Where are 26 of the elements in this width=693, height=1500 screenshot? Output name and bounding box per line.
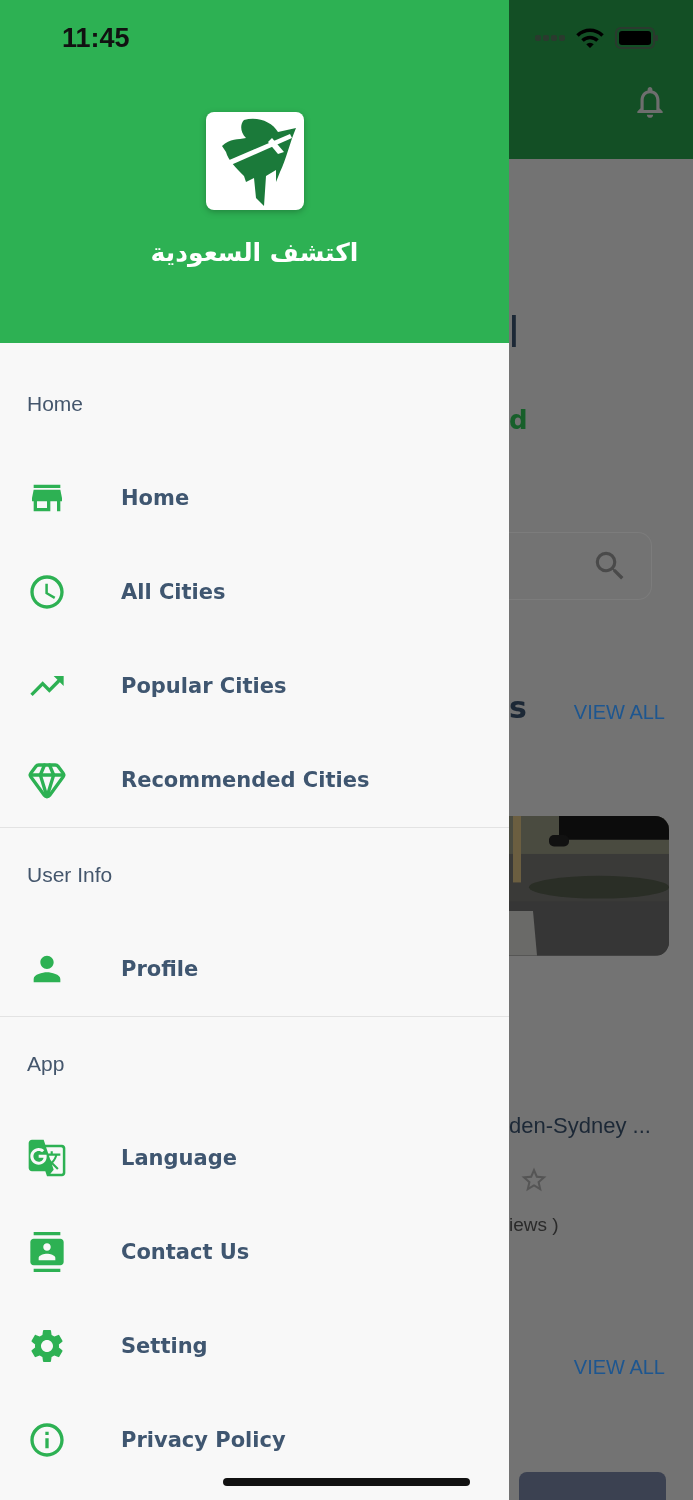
section-heading: Home (26, 391, 85, 417)
search-field[interactable] (509, 531, 652, 600)
contact-card-icon (27, 1232, 67, 1272)
diamond-icon (27, 760, 67, 800)
menu-item[interactable]: Setting (121, 1334, 208, 1358)
status-time: 11:45 (62, 22, 130, 54)
page-heading: l (509, 306, 520, 357)
section-title: s (509, 689, 527, 727)
menu-item[interactable]: Popular Cities (121, 674, 287, 698)
info-icon (27, 1420, 67, 1460)
menu-item[interactable]: Contact Us (121, 1240, 250, 1264)
translate-icon (27, 1138, 67, 1178)
app-title: اكتشف السعودية (150, 238, 359, 267)
menu-item[interactable]: Recommended Cities (121, 768, 370, 792)
menu-item[interactable]: Home (121, 486, 190, 510)
menu-item[interactable]: Language (121, 1146, 237, 1170)
section-heading: App (26, 1051, 66, 1077)
clock-icon (27, 572, 67, 612)
menu-item[interactable]: All Cities (121, 580, 226, 604)
menu-item[interactable]: Profile (121, 957, 199, 981)
menu-item[interactable]: Privacy Policy (121, 1428, 286, 1452)
place-name: den-Sydney ... (509, 1111, 652, 1140)
page-subtitle: d (509, 404, 529, 435)
section-heading: User Info (26, 862, 114, 888)
review-count: iews ) (509, 1212, 560, 1237)
battery-icon (615, 27, 659, 49)
